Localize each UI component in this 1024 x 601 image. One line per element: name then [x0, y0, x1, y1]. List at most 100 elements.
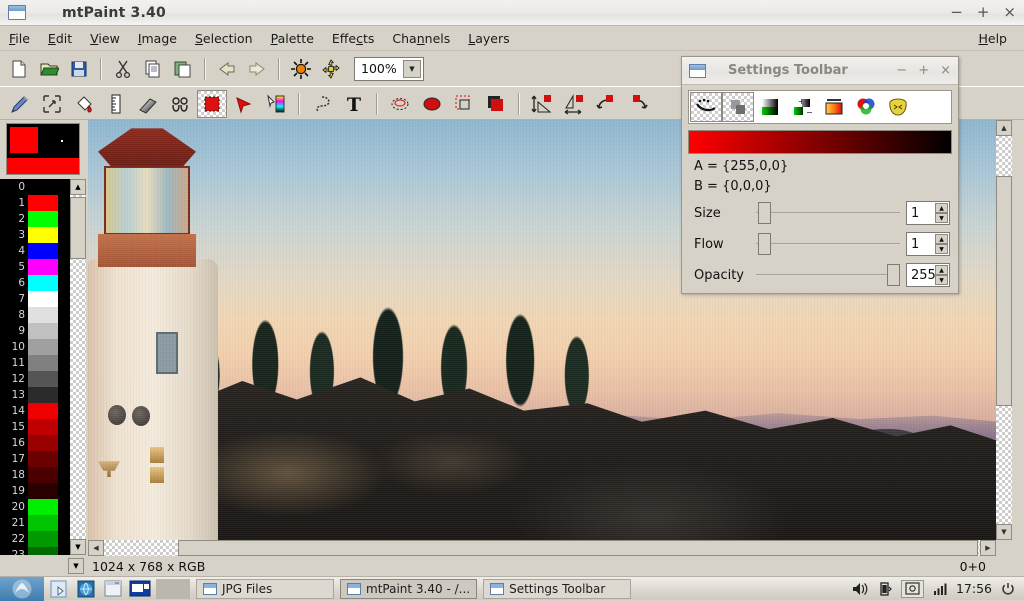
palette-entry-swatch[interactable]: [28, 483, 58, 499]
canvas-vertical-scrollbar[interactable]: ▲ ▼: [996, 120, 1012, 540]
pan-icon[interactable]: [317, 55, 345, 83]
palette-entry-swatch[interactable]: [28, 275, 58, 291]
minimize-button[interactable]: −: [950, 5, 963, 20]
menu-effects[interactable]: Effects: [323, 28, 384, 49]
file-manager-icon[interactable]: [47, 578, 71, 600]
palette-entry[interactable]: 16: [0, 435, 70, 451]
straight-line-icon[interactable]: [101, 90, 131, 118]
statusbar-dropdown-icon[interactable]: ▼: [68, 558, 84, 574]
palette-entry[interactable]: 3: [0, 227, 70, 243]
size-spinner[interactable]: 1 ▲ ▼: [906, 201, 950, 225]
palette-entry-swatch[interactable]: [28, 259, 58, 275]
palette-entry-swatch[interactable]: [28, 371, 58, 387]
fill-selection-icon[interactable]: [481, 90, 511, 118]
start-menu-icon[interactable]: [0, 576, 44, 601]
palette-scroll-down-icon[interactable]: ▼: [70, 539, 86, 555]
palette-entry-swatch[interactable]: [28, 179, 58, 195]
palette-entry-swatch[interactable]: [28, 419, 58, 435]
opacity-spinner[interactable]: 255 ▲ ▼: [906, 263, 950, 287]
palette-entry-swatch[interactable]: [28, 499, 58, 515]
palette-entry-swatch[interactable]: [28, 227, 58, 243]
palette-entry[interactable]: 23: [0, 547, 70, 555]
chevron-down-icon[interactable]: ▼: [403, 59, 421, 78]
show-desktop-icon[interactable]: [128, 578, 152, 600]
opacity-slider-thumb[interactable]: [887, 264, 900, 286]
settings-minimize-button[interactable]: −: [896, 63, 907, 78]
size-spinner-down-icon[interactable]: ▼: [935, 213, 948, 223]
palette-entry-swatch[interactable]: [28, 291, 58, 307]
palette-entry[interactable]: 12: [0, 371, 70, 387]
volume-icon[interactable]: [851, 581, 869, 597]
size-slider[interactable]: [756, 201, 900, 225]
scroll-left-icon[interactable]: ◀: [88, 540, 104, 556]
palette-entry[interactable]: 17: [0, 451, 70, 467]
palette-entry[interactable]: 1: [0, 195, 70, 211]
palette-entry-swatch[interactable]: [28, 435, 58, 451]
menu-help[interactable]: Help: [969, 28, 1016, 49]
gradient-icon[interactable]: [754, 92, 786, 122]
continuous-mode-icon[interactable]: [690, 92, 722, 122]
flow-spinner-up-icon[interactable]: ▲: [935, 234, 948, 244]
brightness-contrast-icon[interactable]: [287, 55, 315, 83]
save-icon[interactable]: [65, 55, 93, 83]
ellipse-outline-icon[interactable]: [385, 90, 415, 118]
gradient-place-icon[interactable]: + −: [786, 92, 818, 122]
opacity-slider[interactable]: [756, 263, 900, 287]
palette-entry-swatch[interactable]: [28, 243, 58, 259]
palette-entry[interactable]: 20: [0, 499, 70, 515]
menu-edit[interactable]: Edit: [39, 28, 81, 49]
filled-ellipse-icon[interactable]: [417, 90, 447, 118]
settings-close-button[interactable]: ×: [940, 63, 951, 78]
size-spinner-up-icon[interactable]: ▲: [935, 203, 948, 213]
palette-scrollbar[interactable]: ▲ ▼: [70, 179, 86, 555]
zoom-combobox[interactable]: 100% ▼: [354, 56, 424, 81]
palette-entry[interactable]: 0: [0, 179, 70, 195]
palette-entry[interactable]: 11: [0, 355, 70, 371]
palette-entry[interactable]: 6: [0, 275, 70, 291]
palette-scroll-up-icon[interactable]: ▲: [70, 179, 86, 195]
palette-entry-swatch[interactable]: [28, 307, 58, 323]
palette-entry-swatch[interactable]: [28, 467, 58, 483]
taskbar-window-settings-toolbar[interactable]: Settings Toolbar: [483, 578, 632, 599]
palette-entry[interactable]: 14: [0, 403, 70, 419]
rotate-clockwise-icon[interactable]: [591, 90, 621, 118]
open-icon[interactable]: [35, 55, 63, 83]
palette-entry[interactable]: 13: [0, 387, 70, 403]
flow-slider-thumb[interactable]: [758, 233, 771, 255]
text-tool-icon[interactable]: T: [339, 90, 369, 118]
canvas-horizontal-scrollbar[interactable]: ◀ ▶: [88, 540, 996, 556]
pattern-icon[interactable]: [882, 92, 914, 122]
opacity-spinner-down-icon[interactable]: ▼: [935, 275, 948, 285]
taskbar-window-jpg-files[interactable]: JPG Files: [196, 578, 334, 599]
menu-image[interactable]: Image: [129, 28, 186, 49]
scroll-right-icon[interactable]: ▶: [980, 540, 996, 556]
menu-layers[interactable]: Layers: [459, 28, 518, 49]
palette-entry[interactable]: 10: [0, 339, 70, 355]
smudge-icon[interactable]: [133, 90, 163, 118]
flow-spinner[interactable]: 1 ▲ ▼: [906, 232, 950, 256]
paste-icon[interactable]: [169, 55, 197, 83]
lasso-selection-icon[interactable]: [307, 90, 337, 118]
terminal-icon[interactable]: [101, 578, 125, 600]
settings-toolbar-window[interactable]: Settings Toolbar − + × + − A = {255,0,0}…: [681, 56, 959, 294]
menu-palette[interactable]: Palette: [262, 28, 323, 49]
opacity-spinner-up-icon[interactable]: ▲: [935, 265, 948, 275]
palette-entry[interactable]: 8: [0, 307, 70, 323]
palette-entry[interactable]: 15: [0, 419, 70, 435]
opacity-mode-icon[interactable]: [722, 92, 754, 122]
menu-file[interactable]: File: [0, 28, 39, 49]
clone-icon[interactable]: [165, 90, 195, 118]
make-selection-icon[interactable]: [197, 89, 227, 118]
flip-horizontally-icon[interactable]: [559, 90, 589, 118]
place-gradient-icon[interactable]: [261, 90, 291, 118]
palette-entry-swatch[interactable]: [28, 211, 58, 227]
palette-entry[interactable]: 22: [0, 531, 70, 547]
menu-selection[interactable]: Selection: [186, 28, 262, 49]
palette-entry[interactable]: 18: [0, 467, 70, 483]
colour-editor-icon[interactable]: [850, 92, 882, 122]
power-icon[interactable]: [1000, 581, 1016, 597]
palette-scroll-thumb[interactable]: [70, 197, 86, 259]
network-signal-icon[interactable]: [932, 581, 948, 597]
palette-entry-swatch[interactable]: [28, 387, 58, 403]
close-button[interactable]: ×: [1003, 5, 1016, 20]
